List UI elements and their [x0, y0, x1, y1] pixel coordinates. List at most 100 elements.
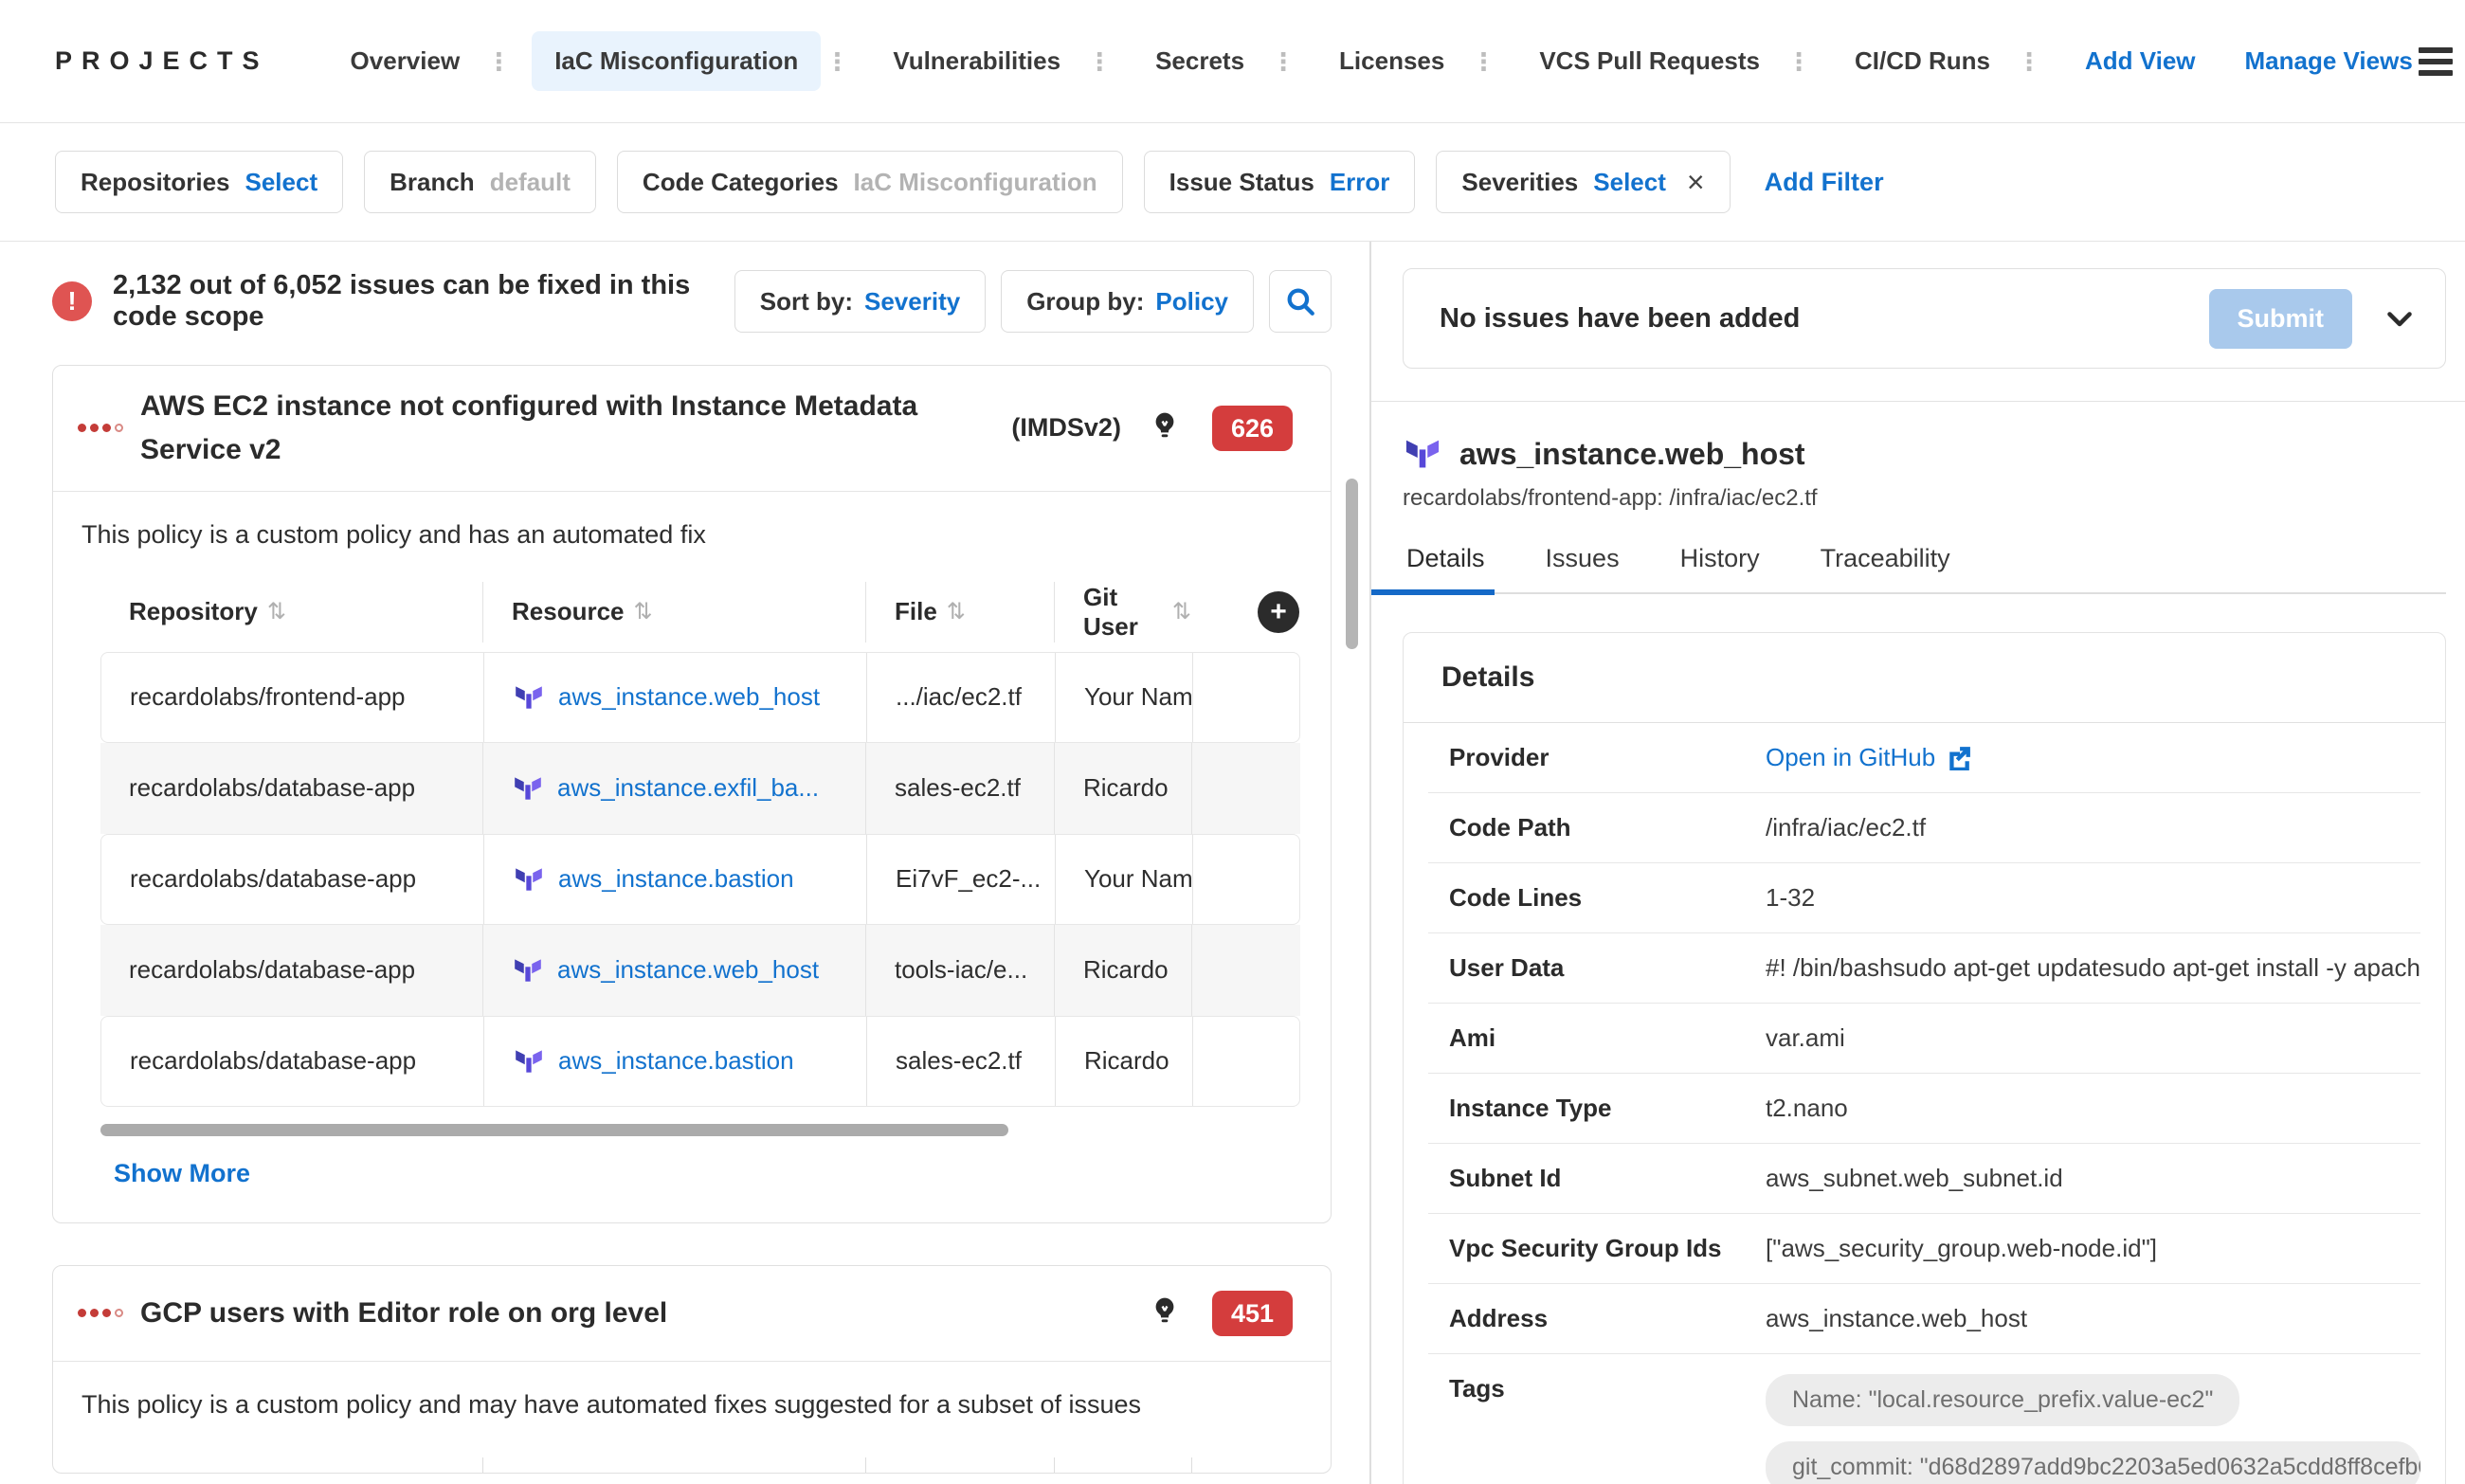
actions-cell: [1192, 1016, 1299, 1106]
details-rows: Provider Open in GitHub Code Path /infra…: [1428, 723, 2420, 1484]
policy-title: GCP users with Editor role on org level: [140, 1297, 668, 1330]
git-user-cell: Your Name: [1055, 652, 1192, 742]
file-cell: sales-ec2.tf: [865, 742, 1054, 834]
nav-tab-menu-icon[interactable]: ⋮: [1267, 49, 1316, 74]
git-user-cell: Ricardo: [1054, 924, 1191, 1016]
issue-queue-card: No issues have been added Submit: [1403, 268, 2446, 369]
menu-icon[interactable]: [2413, 42, 2458, 81]
filter-issue-status[interactable]: Issue Status Error: [1143, 151, 1416, 213]
policy-description: This policy is a custom policy and has a…: [82, 519, 706, 549]
detail-tabs: Details Issues History Traceability: [1371, 544, 2446, 595]
main-content: ! 2,132 out of 6,052 issues can be fixed…: [0, 242, 2465, 1484]
nav-tab-menu-icon[interactable]: ⋮: [2013, 49, 2062, 74]
issue-row[interactable]: recardolabs/database-app aws_instance.ex…: [100, 742, 1300, 834]
column-header-repository[interactable]: Repository ⇅: [100, 582, 482, 642]
detail-row-address: Address aws_instance.web_host: [1428, 1284, 2420, 1354]
chevron-down-icon[interactable]: [2383, 301, 2417, 335]
terraform-icon: [516, 868, 542, 891]
table-column-guides: [100, 1457, 1331, 1474]
resource-link[interactable]: aws_instance.exfil_ba...: [557, 773, 819, 803]
resource-link[interactable]: aws_instance.web_host: [557, 955, 819, 985]
issue-row[interactable]: recardolabs/database-app aws_instance.ba…: [100, 1015, 1300, 1107]
file-cell: Ei7vF_ec2-...: [866, 834, 1055, 924]
issues-table: Repository ⇅ Resource ⇅ File ⇅ Git User …: [100, 581, 1300, 1107]
filter-bar: Repositories Select Branch default Code …: [0, 123, 2465, 242]
sort-icon[interactable]: ⇅: [267, 598, 286, 625]
nav-tab-cicd-runs[interactable]: CI/CD Runs: [1832, 31, 2013, 91]
nav-tab-vulnerabilities[interactable]: Vulnerabilities: [870, 31, 1083, 91]
tag-chip: Name: "local.resource_prefix.value-ec2": [1766, 1374, 2240, 1426]
actions-cell: [1192, 834, 1299, 924]
remove-filter-icon[interactable]: ×: [1687, 167, 1705, 197]
queue-empty-message: No issues have been added: [1440, 302, 1801, 334]
resource-link[interactable]: aws_instance.web_host: [558, 682, 820, 712]
open-in-github-link[interactable]: Open in GitHub: [1766, 743, 2420, 772]
filter-branch[interactable]: Branch default: [364, 151, 596, 213]
vertical-scrollbar[interactable]: [1346, 479, 1358, 649]
tab-issues[interactable]: Issues: [1542, 544, 1623, 592]
add-view-link[interactable]: Add View: [2085, 46, 2196, 76]
policy-title: AWS EC2 instance not configured with Ins…: [140, 390, 918, 465]
nav-tab-menu-icon[interactable]: ⋮: [1467, 49, 1516, 74]
group-by-button[interactable]: Group by: Policy: [1001, 270, 1254, 333]
nav-tab-iac-misconfiguration[interactable]: IaC Misconfiguration: [532, 31, 822, 91]
resource-cell: aws_instance.web_host: [483, 652, 866, 742]
nav-tab-secrets[interactable]: Secrets: [1133, 31, 1267, 91]
details-heading: Details: [1441, 661, 1535, 693]
detail-row-provider: Provider Open in GitHub: [1428, 723, 2420, 793]
nav-tab-menu-icon[interactable]: ⋮: [1083, 49, 1133, 74]
severity-high-icon: [78, 1309, 123, 1318]
show-more-link[interactable]: Show More: [114, 1159, 250, 1188]
brand-logo: PROJECTS: [55, 46, 269, 75]
column-header-file[interactable]: File ⇅: [865, 581, 1054, 642]
nav-tab-vcs-pull-requests[interactable]: VCS Pull Requests: [1516, 31, 1783, 91]
detail-row-subnet-id: Subnet Id aws_subnet.web_subnet.id: [1428, 1144, 2420, 1214]
filter-severities[interactable]: Severities Select ×: [1436, 151, 1731, 213]
nav-tab-menu-icon[interactable]: ⋮: [1783, 49, 1832, 74]
repository-cell: recardolabs/frontend-app: [130, 682, 406, 712]
column-header-resource[interactable]: Resource ⇅: [482, 581, 865, 642]
repository-cell: recardolabs/database-app: [129, 773, 416, 803]
sort-by-button[interactable]: Sort by: Severity: [734, 270, 987, 333]
filter-repositories[interactable]: Repositories Select: [55, 151, 344, 213]
resource-header: aws_instance.web_host: [1403, 434, 2446, 474]
issue-row[interactable]: recardolabs/database-app aws_instance.we…: [100, 924, 1300, 1016]
tab-traceability[interactable]: Traceability: [1817, 544, 1954, 592]
lightbulb-icon[interactable]: [1150, 1295, 1180, 1330]
issue-row[interactable]: recardolabs/database-app aws_instance.ba…: [100, 833, 1300, 925]
sort-icon[interactable]: ⇅: [1172, 598, 1191, 625]
submit-button[interactable]: Submit: [2208, 288, 2352, 349]
policy-card-header[interactable]: AWS EC2 instance not configured with Ins…: [53, 366, 1331, 491]
filter-code-categories[interactable]: Code Categories IaC Misconfiguration: [616, 151, 1123, 213]
sort-icon[interactable]: ⇅: [634, 598, 653, 625]
tab-history[interactable]: History: [1677, 544, 1764, 592]
manage-views-link[interactable]: Manage Views: [2245, 46, 2413, 76]
issue-row[interactable]: recardolabs/frontend-app aws_instance.we…: [100, 651, 1300, 743]
detail-row-vpc-security-group-ids: Vpc Security Group Ids ["aws_security_gr…: [1428, 1214, 2420, 1284]
add-column-button[interactable]: +: [1258, 590, 1299, 633]
nav-tab-overview[interactable]: Overview: [328, 31, 483, 91]
resource-link[interactable]: aws_instance.bastion: [558, 864, 794, 894]
tab-details[interactable]: Details: [1371, 544, 1495, 595]
column-header-actions: +: [1191, 582, 1300, 642]
horizontal-scrollbar[interactable]: [100, 1123, 1008, 1136]
nav-tab-menu-icon[interactable]: ⋮: [482, 49, 532, 74]
detail-row-user-data: User Data #! /bin/bashsudo apt-get updat…: [1428, 933, 2420, 1004]
nav-tab-licenses[interactable]: Licenses: [1316, 31, 1467, 91]
add-filter-link[interactable]: Add Filter: [1765, 168, 1884, 197]
details-card: Details Provider Open in GitHub Code Pat…: [1403, 632, 2446, 1484]
sort-icon[interactable]: ⇅: [947, 598, 966, 625]
severity-high-icon: [78, 424, 123, 433]
resource-link[interactable]: aws_instance.bastion: [558, 1046, 794, 1076]
resource-name: aws_instance.web_host: [1459, 436, 1805, 471]
repository-cell: recardolabs/database-app: [129, 955, 416, 985]
table-header-row: Repository ⇅ Resource ⇅ File ⇅ Git User …: [100, 581, 1300, 642]
nav-tab-menu-icon[interactable]: ⋮: [821, 49, 870, 74]
detail-row-code-path: Code Path /infra/iac/ec2.tf: [1428, 793, 2420, 863]
lightbulb-icon[interactable]: [1150, 410, 1180, 445]
policy-card-header[interactable]: GCP users with Editor role on org level …: [53, 1266, 1331, 1361]
alert-icon: !: [52, 281, 92, 321]
column-header-git-user[interactable]: Git User ⇅: [1054, 581, 1191, 642]
search-button[interactable]: [1269, 270, 1332, 333]
issue-count-badge: 451: [1211, 1290, 1293, 1337]
